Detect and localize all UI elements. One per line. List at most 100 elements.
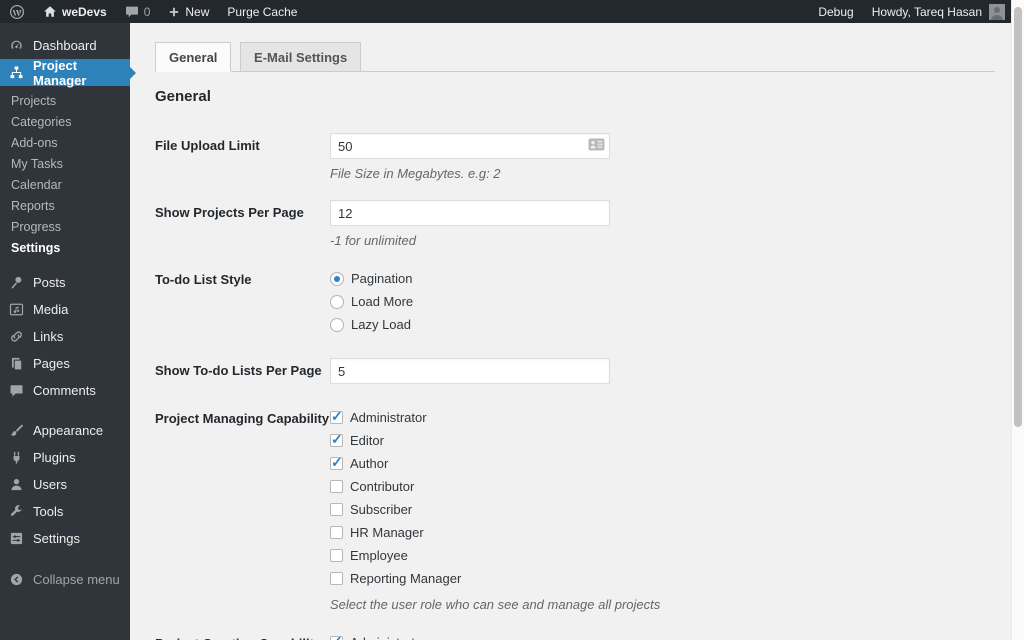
tab-general[interactable]: General [155,42,232,72]
autofill-contact-icon[interactable] [588,138,605,151]
avatar [989,3,1005,20]
load-more-label: Load More [351,294,414,309]
wordpress-logo-menu[interactable] [0,0,34,23]
lazy-load-radio[interactable] [330,317,344,332]
checkbox-option-hr-manager[interactable]: HR Manager [330,521,1011,544]
submenu-item-my-tasks[interactable]: My Tasks [0,154,130,175]
collapse-menu-button[interactable]: Collapse menu [0,566,130,593]
projects-per-page-help: -1 for unlimited [330,233,416,248]
checkbox-option-author[interactable]: Author [330,452,1011,475]
projects-per-page-label: Show Projects Per Page [155,205,304,220]
author-checkbox[interactable] [330,454,343,471]
row-creating-capability: Project Creating Capability Administrato… [155,631,1011,640]
settings-icon [10,532,23,545]
debug-menu[interactable]: Debug [809,0,862,23]
todo-lists-per-page-input[interactable] [330,358,610,384]
managing-capability-label: Project Managing Capability [155,411,330,426]
checkbox-option-subscriber[interactable]: Subscriber [330,498,1011,521]
media-icon [9,303,24,316]
sidebar-label-media: Media [33,302,69,317]
sidebar-label-posts: Posts [33,275,66,290]
contributor-label: Contributor [350,479,415,494]
site-menu[interactable]: weDevs [34,0,116,23]
row-file-upload-limit: File Upload Limit File Size in Megabytes… [155,133,1011,181]
plugins-icon [13,451,20,464]
creating-administrator-checkbox[interactable] [330,633,343,640]
settings-form: File Upload Limit File Size in Megabytes… [155,133,1011,640]
project-manager-submenu: Projects Categories Add-ons My Tasks Cal… [0,86,130,269]
checkbox-option-administrator[interactable]: Administrator [330,406,1011,429]
creating-administrator-label: Administrator [350,635,427,640]
row-projects-per-page: Show Projects Per Page -1 for unlimited [155,200,1011,248]
sidebar-separator [0,404,130,417]
sidebar-label-links: Links [33,329,64,344]
active-menu-arrow [130,66,136,79]
submenu-item-projects[interactable]: Projects [0,91,130,112]
sidebar-item-settings[interactable]: Settings [0,525,130,552]
account-menu[interactable]: Howdy, Tareq Hasan [863,0,1011,23]
sidebar-item-links[interactable]: Links [0,323,130,350]
settings-tabs: General E-Mail Settings [155,42,995,72]
sidebar-item-tools[interactable]: Tools [0,498,130,525]
employee-checkbox[interactable] [330,549,343,562]
sidebar-item-appearance[interactable]: Appearance [0,417,130,444]
sidebar-item-dashboard[interactable]: Dashboard [0,32,130,59]
administrator-checkbox[interactable] [330,408,343,425]
scrollbar-thumb[interactable] [1014,7,1022,427]
editor-checkbox[interactable] [330,431,343,448]
sidebar-item-plugins[interactable]: Plugins [0,444,130,471]
appearance-icon [10,424,23,436]
file-upload-limit-label: File Upload Limit [155,138,260,153]
sidebar-item-media[interactable]: Media [0,296,130,323]
sidebar-item-project-manager[interactable]: Project Manager [0,58,136,88]
new-content-menu[interactable]: New [159,0,218,23]
admin-sidebar: Dashboard Project Manager Projects Categ… [0,23,136,640]
todo-lists-per-page-label: Show To-do Lists Per Page [155,363,322,378]
file-upload-limit-input[interactable] [330,133,610,159]
load-more-radio[interactable] [330,294,344,309]
checkbox-option-editor[interactable]: Editor [330,429,1011,452]
dashboard-icon [11,40,22,50]
plus-icon [170,7,179,16]
comments-menu[interactable]: 0 [116,0,160,23]
sidebar-item-comments[interactable]: Comments [0,377,130,404]
subscriber-checkbox[interactable] [330,503,343,516]
reporting-manager-checkbox[interactable] [330,572,343,585]
sidebar-label-dashboard: Dashboard [33,38,97,53]
tab-email-settings[interactable]: E-Mail Settings [240,42,362,72]
purge-cache-label: Purge Cache [227,4,298,19]
purge-cache-menu[interactable]: Purge Cache [218,0,306,23]
pin-icon [11,276,22,289]
row-todo-lists-per-page: Show To-do Lists Per Page [155,358,1011,384]
row-managing-capability: Project Managing Capability Administrato… [155,406,1011,612]
project-manager-icon [10,66,23,79]
debug-label: Debug [818,4,854,19]
wordpress-logo-icon [9,4,25,19]
checkbox-option-creating-administrator[interactable]: Administrator [330,631,1011,640]
checkbox-option-contributor[interactable]: Contributor [330,475,1011,498]
sidebar-label-pages: Pages [33,356,70,371]
submenu-item-categories[interactable]: Categories [0,112,130,133]
comment-bubble-icon [125,6,138,17]
radio-option-load-more[interactable]: Load More [330,290,1011,313]
checkbox-option-employee[interactable]: Employee [330,544,1011,567]
sidebar-item-users[interactable]: Users [0,471,130,498]
checkbox-option-reporting-manager[interactable]: Reporting Manager [330,567,1011,590]
sidebar-label-comments: Comments [33,383,96,398]
page-scrollbar[interactable] [1011,0,1024,640]
submenu-item-reports[interactable]: Reports [0,196,130,217]
submenu-item-add-ons[interactable]: Add-ons [0,133,130,154]
hr-manager-checkbox[interactable] [330,526,343,539]
sidebar-item-posts[interactable]: Posts [0,269,130,296]
radio-option-lazy-load[interactable]: Lazy Load [330,313,1011,336]
pagination-radio[interactable] [330,271,344,286]
submenu-item-calendar[interactable]: Calendar [0,175,130,196]
radio-option-pagination[interactable]: Pagination [330,267,1011,290]
sidebar-item-pages[interactable]: Pages [0,350,130,377]
projects-per-page-input[interactable] [330,200,610,226]
submenu-item-settings[interactable]: Settings [0,238,130,259]
contributor-checkbox[interactable] [330,480,343,493]
editor-label: Editor [350,433,384,448]
tools-icon [11,505,22,516]
submenu-item-progress[interactable]: Progress [0,217,130,238]
